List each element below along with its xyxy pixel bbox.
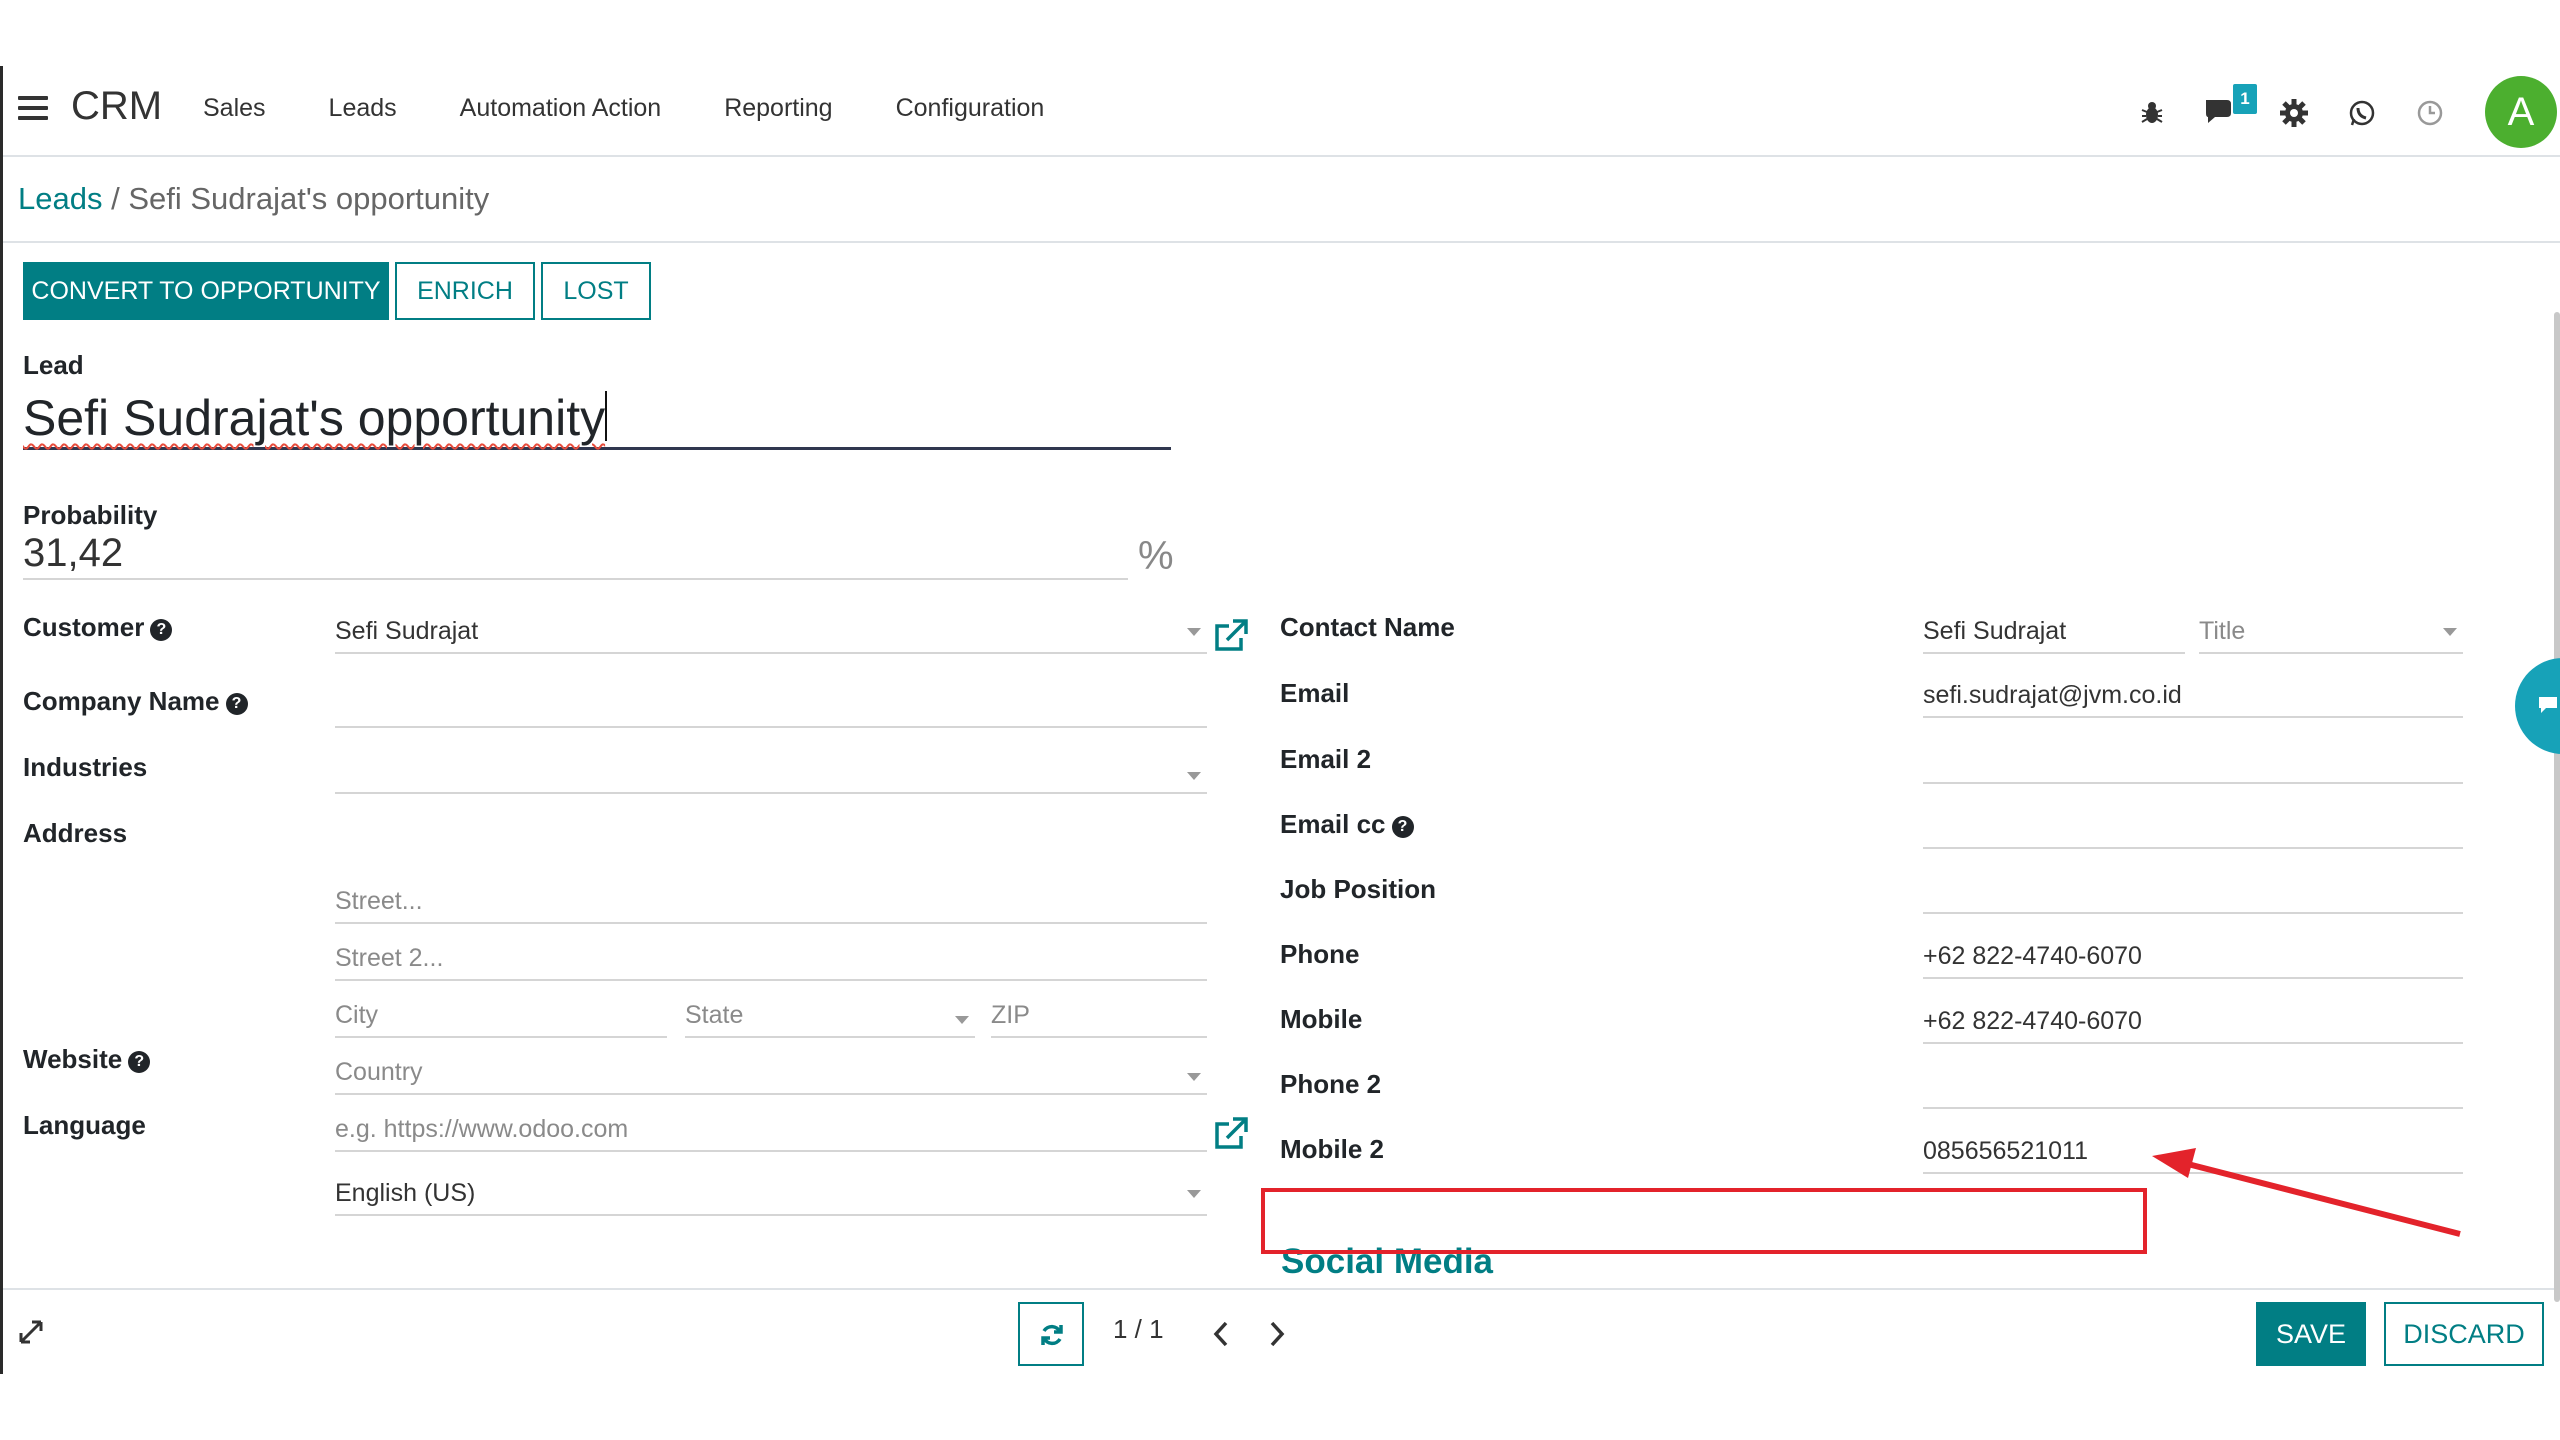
probability-input[interactable]: 31,42: [23, 528, 1128, 580]
city-input[interactable]: City: [335, 994, 667, 1038]
top-navbar: CRM Sales Leads Automation Action Report…: [3, 66, 2560, 157]
chevron-down-icon[interactable]: [1187, 1073, 1201, 1081]
menu-item-automation-action[interactable]: Automation Action: [460, 94, 662, 123]
contact-name-input[interactable]: Sefi Sudrajat: [1923, 610, 2185, 654]
chat-icon[interactable]: [2203, 94, 2237, 128]
lost-button[interactable]: LOST: [541, 262, 651, 320]
mobile-input[interactable]: +62 822-4740-6070: [1923, 1000, 2463, 1044]
company-name-field[interactable]: [335, 684, 1207, 728]
control-panel: Leads / Sefi Sudrajat's opportunity: [3, 157, 2560, 243]
country-select[interactable]: Country: [335, 1051, 1207, 1095]
mobile-label: Mobile: [1280, 1004, 1363, 1034]
website-label: Website?: [23, 1044, 151, 1075]
phone-label: Phone: [1280, 939, 1360, 969]
industries-field[interactable]: [335, 750, 1207, 794]
user-avatar[interactable]: A: [2485, 76, 2557, 148]
menu-item-configuration[interactable]: Configuration: [896, 94, 1045, 123]
scrollbar[interactable]: [2554, 312, 2560, 1302]
customer-label: Customer?: [23, 612, 173, 643]
text-cursor: [605, 391, 608, 441]
street2-input[interactable]: Street 2...: [335, 937, 1207, 981]
lead-name-text: Sefi Sudrajat's opportunity: [23, 390, 606, 446]
probability-unit: %: [1138, 534, 1174, 578]
help-icon[interactable]: ?: [128, 1051, 151, 1073]
clock-icon[interactable]: [2413, 96, 2447, 130]
street-input[interactable]: Street...: [335, 880, 1207, 924]
help-icon[interactable]: ?: [1391, 816, 1414, 838]
enrich-button[interactable]: ENRICH: [395, 262, 535, 320]
title-select[interactable]: Title: [2199, 610, 2463, 654]
chevron-down-icon[interactable]: [1187, 628, 1201, 636]
email-label: Email: [1280, 678, 1350, 708]
main-menu: Sales Leads Automation Action Reporting …: [203, 94, 1044, 123]
save-button[interactable]: SAVE: [2256, 1302, 2366, 1366]
app-brand[interactable]: CRM: [71, 84, 162, 129]
chat-widget-button[interactable]: [2515, 658, 2560, 754]
chevron-down-icon[interactable]: [2443, 628, 2457, 636]
discard-button[interactable]: DISCARD: [2384, 1302, 2544, 1366]
phone2-input[interactable]: [1923, 1065, 2463, 1109]
lead-name-input[interactable]: Sefi Sudrajat's opportunity: [23, 388, 1171, 450]
gear-icon[interactable]: [2277, 96, 2311, 130]
email2-input[interactable]: [1923, 740, 2463, 784]
refresh-icon: [1041, 1324, 1063, 1346]
breadcrumb: Leads / Sefi Sudrajat's opportunity: [18, 181, 489, 217]
language-field[interactable]: English (US): [335, 1172, 1207, 1216]
phone2-label: Phone 2: [1280, 1069, 1382, 1099]
pager-value[interactable]: 1 / 1: [1113, 1314, 1164, 1345]
bottom-bar: 1 / 1 SAVE DISCARD: [3, 1288, 2560, 1374]
external-link-icon[interactable]: [1211, 1114, 1251, 1154]
chevron-left-icon[interactable]: [1211, 1320, 1231, 1348]
reload-button[interactable]: [1018, 1302, 1084, 1366]
job-position-input[interactable]: [1923, 870, 2463, 914]
company-name-label: Company Name?: [23, 686, 248, 717]
hamburger-menu-icon[interactable]: [18, 96, 48, 126]
bug-icon[interactable]: [2135, 96, 2169, 130]
industries-label: Industries: [23, 752, 148, 782]
menu-item-sales[interactable]: Sales: [203, 94, 266, 123]
menu-item-leads[interactable]: Leads: [329, 94, 397, 123]
help-icon[interactable]: ?: [150, 619, 173, 641]
customer-field[interactable]: Sefi Sudrajat: [335, 610, 1207, 654]
external-link-icon[interactable]: [1211, 616, 1251, 656]
menu-item-reporting[interactable]: Reporting: [724, 94, 832, 123]
breadcrumb-current: Sefi Sudrajat's opportunity: [128, 181, 490, 216]
convert-to-opportunity-button[interactable]: CONVERT TO OPPORTUNITY: [23, 262, 389, 320]
help-icon[interactable]: ?: [225, 693, 248, 715]
contact-name-label: Contact Name: [1280, 612, 1455, 642]
probability-label: Probability: [23, 500, 158, 530]
chat-icon: [2539, 697, 2557, 713]
chevron-right-icon[interactable]: [1267, 1320, 1287, 1348]
annotation-highlight-box: [1261, 1188, 2147, 1254]
mobile2-input[interactable]: 085656521011: [1923, 1130, 2463, 1174]
chevron-down-icon[interactable]: [1187, 772, 1201, 780]
state-select[interactable]: State: [685, 994, 975, 1038]
job-position-label: Job Position: [1280, 874, 1436, 904]
mobile2-label: Mobile 2: [1280, 1134, 1385, 1164]
zip-input[interactable]: ZIP: [991, 994, 1207, 1038]
email-input[interactable]: sefi.sudrajat@jvm.co.id: [1923, 674, 2463, 718]
email-cc-input[interactable]: [1923, 805, 2463, 849]
notification-badge: 1: [2233, 84, 2257, 114]
language-label: Language: [23, 1110, 146, 1140]
breadcrumb-separator: /: [111, 181, 120, 216]
lead-label: Lead: [23, 350, 84, 380]
email-cc-label: Email cc?: [1280, 809, 1414, 840]
crm-app: CRM Sales Leads Automation Action Report…: [0, 66, 2560, 1374]
chevron-down-icon[interactable]: [955, 1016, 969, 1024]
chevron-down-icon[interactable]: [1187, 1190, 1201, 1198]
phone-input[interactable]: +62 822-4740-6070: [1923, 935, 2463, 979]
address-label: Address: [23, 818, 128, 848]
email2-label: Email 2: [1280, 744, 1372, 774]
breadcrumb-leads-link[interactable]: Leads: [18, 181, 102, 216]
whatsapp-icon[interactable]: [2345, 96, 2379, 130]
expand-icon[interactable]: [17, 1318, 45, 1346]
